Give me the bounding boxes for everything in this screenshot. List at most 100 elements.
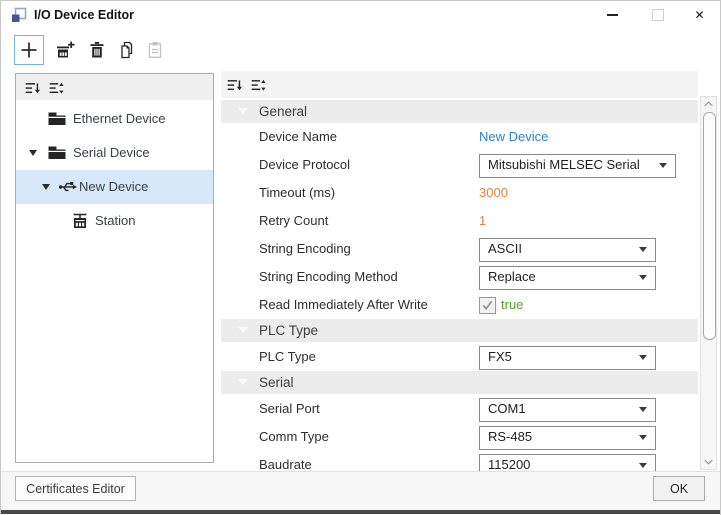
collapse-arrow-icon <box>238 379 248 385</box>
ok-button[interactable]: OK <box>653 476 705 501</box>
collapse-arrow-icon <box>238 108 248 114</box>
delete-button[interactable] <box>82 35 112 65</box>
scrollbar-thumb[interactable] <box>703 112 716 340</box>
string-encoding-method-dropdown[interactable]: Replace <box>479 266 656 290</box>
property-label: Read Immediately After Write <box>259 291 428 319</box>
section-header-general[interactable]: General <box>221 100 698 123</box>
baudrate-dropdown[interactable]: 115200 <box>479 454 656 471</box>
dropdown-value: RS-485 <box>488 427 532 447</box>
expand-all-button[interactable] <box>47 79 65 97</box>
dropdown-value: ASCII <box>488 239 522 259</box>
dropdown-value: COM1 <box>488 399 526 419</box>
dropdown-value: 115200 <box>488 455 530 471</box>
title-bar: I/O Device Editor ✕ <box>1 1 720 29</box>
property-label: Device Protocol <box>259 151 350 179</box>
paste-button[interactable] <box>140 35 170 65</box>
checkmark-icon <box>482 300 493 311</box>
property-row-timeout: Timeout (ms) 3000 <box>221 179 698 207</box>
property-label: Retry Count <box>259 207 328 235</box>
chevron-down-icon <box>639 247 647 252</box>
minimize-button[interactable] <box>590 1 635 29</box>
station-icon <box>70 211 90 236</box>
property-label: Serial Port <box>259 395 320 423</box>
tree-item-ethernet-device[interactable]: Ethernet Device <box>16 102 213 136</box>
scroll-down-button[interactable] <box>701 455 716 469</box>
serial-port-dropdown[interactable]: COM1 <box>479 398 656 422</box>
dropdown-value: Mitsubishi MELSEC Serial <box>488 155 640 175</box>
add-device-button[interactable] <box>14 35 44 65</box>
close-icon: ✕ <box>694 9 704 21</box>
collapse-all-button[interactable] <box>23 79 41 97</box>
collapse-arrow-icon <box>238 327 248 333</box>
app-logo-icon <box>11 7 27 28</box>
collapse-all-button[interactable] <box>225 76 243 94</box>
minimize-icon <box>607 14 618 15</box>
tree-item-label: Serial Device <box>73 136 150 170</box>
chevron-down-icon <box>659 163 667 168</box>
io-device-editor-window: I/O Device Editor ✕ <box>0 0 721 515</box>
property-label: Device Name <box>259 123 337 151</box>
property-row-device-name: Device Name New Device <box>221 123 698 151</box>
copy-button[interactable] <box>112 35 142 65</box>
expand-all-button[interactable] <box>249 76 267 94</box>
certificates-editor-button[interactable]: Certificates Editor <box>15 476 136 501</box>
property-row-retry-count: Retry Count 1 <box>221 207 698 235</box>
chevron-down-icon <box>704 459 713 465</box>
add-station-icon <box>55 40 75 60</box>
expander-arrow-icon[interactable] <box>42 184 50 190</box>
collapse-all-icon <box>24 80 41 97</box>
string-encoding-dropdown[interactable]: ASCII <box>479 238 656 262</box>
section-title: General <box>259 100 307 123</box>
window-title: I/O Device Editor <box>34 1 134 29</box>
close-button[interactable]: ✕ <box>677 1 721 29</box>
tree-item-label: Ethernet Device <box>73 102 166 136</box>
add-station-button[interactable] <box>50 35 80 65</box>
chevron-down-icon <box>639 435 647 440</box>
property-label: Comm Type <box>259 423 329 451</box>
footer-bar: Certificates Editor OK <box>1 471 720 510</box>
expander-arrow-icon[interactable] <box>29 150 37 156</box>
usb-device-icon <box>58 177 78 202</box>
checkbox-value: true <box>501 291 523 319</box>
section-title: PLC Type <box>259 319 318 342</box>
copy-icon <box>117 40 137 60</box>
section-header-serial[interactable]: Serial <box>221 371 698 394</box>
chevron-down-icon <box>639 275 647 280</box>
chevron-down-icon <box>639 355 647 360</box>
property-row-device-protocol: Device Protocol Mitsubishi MELSEC Serial <box>221 151 698 179</box>
device-name-value[interactable]: New Device <box>479 123 548 151</box>
property-row-baudrate: Baudrate 115200 <box>221 451 698 471</box>
section-header-plc-type[interactable]: PLC Type <box>221 319 698 342</box>
read-immediately-checkbox[interactable] <box>479 297 496 314</box>
property-label: String Encoding Method <box>259 263 398 291</box>
tree-item-new-device[interactable]: New Device <box>16 170 213 204</box>
folder-icon <box>47 143 67 168</box>
property-label: Baudrate <box>259 451 312 471</box>
comm-type-dropdown[interactable]: RS-485 <box>479 426 656 450</box>
folder-icon <box>47 109 67 134</box>
plc-type-dropdown[interactable]: FX5 <box>479 346 656 370</box>
chevron-down-icon <box>639 463 647 468</box>
device-tree-panel: Ethernet Device Serial Device <box>15 73 214 463</box>
device-protocol-dropdown[interactable]: Mitsubishi MELSEC Serial <box>479 154 676 178</box>
chevron-up-icon <box>704 101 713 107</box>
expand-all-icon <box>48 80 65 97</box>
section-title: Serial <box>259 371 294 394</box>
paste-icon <box>145 40 165 60</box>
tree-item-serial-device[interactable]: Serial Device <box>16 136 213 170</box>
retry-count-value[interactable]: 1 <box>479 207 486 235</box>
timeout-value[interactable]: 3000 <box>479 179 508 207</box>
dropdown-value: FX5 <box>488 347 512 367</box>
dropdown-value: Replace <box>488 267 536 287</box>
property-row-serial-port: Serial Port COM1 <box>221 395 698 423</box>
window-bottom-edge <box>1 510 720 514</box>
maximize-icon <box>652 9 664 21</box>
scroll-up-button[interactable] <box>701 97 716 111</box>
expand-all-icon <box>250 77 267 94</box>
tree-toolbar <box>16 74 213 100</box>
vertical-scrollbar[interactable] <box>700 96 717 470</box>
properties-toolbar <box>221 71 698 98</box>
tree-item-station[interactable]: Station <box>16 204 213 238</box>
property-row-string-encoding-method: String Encoding Method Replace <box>221 263 698 291</box>
maximize-button[interactable] <box>635 1 680 29</box>
